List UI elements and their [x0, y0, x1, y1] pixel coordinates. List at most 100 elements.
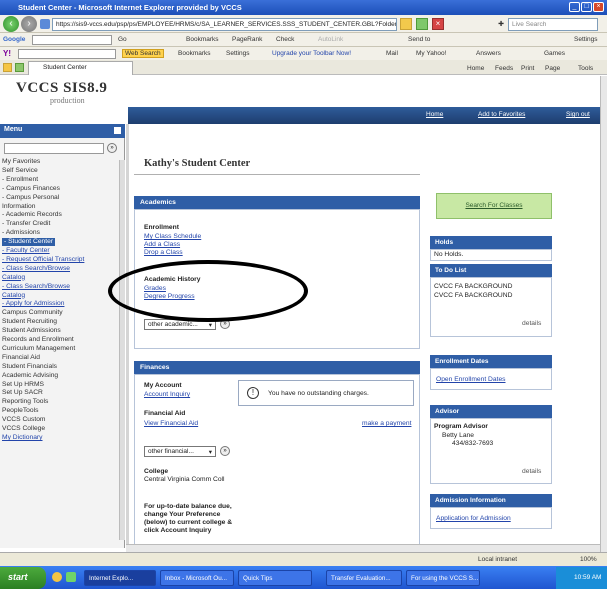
menu-item[interactable]: My Favorites [2, 158, 40, 166]
menu-item[interactable]: PeopleTools [2, 407, 38, 415]
page-scrollbar[interactable] [600, 76, 607, 552]
menu-item[interactable]: Academic Advising [2, 372, 58, 380]
menu-item[interactable]: Records and Enrollment [2, 336, 74, 344]
menu-item[interactable]: - Class Search/Browse [2, 283, 70, 291]
menu-item[interactable]: - Request Official Transcript [2, 256, 84, 264]
google-autolink-button[interactable]: AutoLink [318, 36, 343, 43]
stop-icon[interactable]: × [432, 18, 444, 30]
menu-item[interactable]: - Class Search/Browse [2, 265, 70, 273]
yahoo-search-input[interactable] [18, 49, 116, 59]
address-input[interactable]: https://sis9-vccs.edu/psp/ps/EMPLOYEE/HR… [52, 18, 397, 31]
add-favorite-icon[interactable] [15, 63, 24, 72]
google-settings-button[interactable]: Settings [574, 36, 598, 43]
yahoo-my-yahoo-button[interactable]: My Yahoo! [416, 50, 446, 57]
sign-out-link[interactable]: Sign out [566, 111, 590, 118]
home-link[interactable]: Home [426, 111, 443, 118]
make-payment-link[interactable]: make a payment [362, 420, 411, 427]
menu-item[interactable]: - Academic Records [2, 211, 62, 219]
back-icon[interactable]: ‹ [3, 16, 19, 32]
menu-item[interactable]: Catalog [2, 292, 25, 300]
yahoo-web-search-button[interactable]: Web Search [122, 49, 164, 58]
close-icon[interactable]: × [593, 2, 604, 12]
menu-search-input[interactable] [4, 143, 104, 154]
menu-item[interactable]: - Faculty Center [2, 247, 50, 255]
menu-item[interactable]: - Campus Personal [2, 194, 59, 202]
search-input[interactable]: Live Search [508, 18, 598, 31]
menu-item[interactable]: Financial Aid [2, 354, 40, 362]
task-outlook-inbox[interactable]: Inbox - Microsoft Ou... [160, 570, 234, 586]
minimize-icon[interactable]: _ [569, 2, 580, 12]
start-button[interactable]: start [0, 567, 46, 589]
google-search-input[interactable] [32, 35, 112, 45]
menu-item[interactable]: Set Up HRMS [2, 381, 44, 389]
menu-item[interactable]: - Admissions [2, 229, 40, 237]
account-inquiry-link[interactable]: Account Inquiry [144, 391, 190, 398]
task-transfer-evaluation[interactable]: Transfer Evaluation... [326, 570, 402, 586]
maximize-icon[interactable]: □ [581, 2, 592, 12]
menu-search-go-icon[interactable]: » [107, 143, 117, 153]
pane-divider[interactable] [126, 124, 129, 552]
google-bookmarks-button[interactable]: Bookmarks [186, 36, 219, 43]
todo-details-link[interactable]: details [522, 320, 541, 327]
menu-item[interactable]: Information [2, 203, 35, 211]
yahoo-games-button[interactable]: Games [544, 50, 565, 57]
zoom-level[interactable]: 100% [580, 556, 597, 563]
my-class-schedule-link[interactable]: My Class Schedule [144, 233, 201, 240]
menu-item[interactable]: Self Service [2, 167, 38, 175]
finances-select[interactable]: other financial... ▾ [144, 446, 216, 457]
menu-item[interactable]: Student Financials [2, 363, 57, 371]
menu-item[interactable]: Campus Community [2, 309, 63, 317]
page-menu-button[interactable]: Page [545, 65, 560, 72]
todo-item[interactable]: CVCC FA BACKGROUND [434, 283, 512, 290]
add-to-favorites-link[interactable]: Add to Favorites [478, 111, 525, 118]
finances-go-icon[interactable]: » [220, 446, 230, 456]
menu-item[interactable]: - Transfer Credit [2, 220, 50, 228]
yahoo-answers-button[interactable]: Answers [476, 50, 501, 57]
application-for-admission-link[interactable]: Application for Admission [436, 515, 511, 522]
tab-student-center[interactable]: Student Center [28, 61, 133, 75]
menu-item[interactable]: Catalog [2, 274, 25, 282]
menu-item[interactable]: Set Up SACR [2, 389, 43, 397]
menu-item[interactable]: - Enrollment [2, 176, 38, 184]
quicklaunch-ie-icon[interactable] [52, 572, 62, 582]
forward-icon[interactable]: › [21, 16, 37, 32]
yahoo-upgrade-link[interactable]: Upgrade your Toolbar Now! [272, 50, 351, 57]
menu-item[interactable]: Reporting Tools [2, 398, 48, 406]
feeds-button[interactable]: Feeds [495, 65, 513, 72]
task-internet-explorer[interactable]: Internet Explo... [84, 570, 156, 586]
advisor-details-link[interactable]: details [522, 468, 541, 475]
lock-icon[interactable] [400, 18, 412, 30]
menu-scrollbar[interactable] [119, 160, 125, 540]
yahoo-mail-button[interactable]: Mail [386, 50, 398, 57]
drop-class-link[interactable]: Drop a Class [144, 249, 183, 256]
menu-item[interactable]: Student Admissions [2, 327, 61, 335]
view-financial-aid-link[interactable]: View Financial Aid [144, 420, 198, 427]
google-go-button[interactable]: Go [118, 36, 127, 43]
tools-menu-button[interactable]: Tools [578, 65, 593, 72]
add-class-link[interactable]: Add a Class [144, 241, 180, 248]
menu-item[interactable]: Student Recruiting [2, 318, 57, 326]
menu-item[interactable]: - Campus Finances [2, 185, 60, 193]
menu-item[interactable]: VCCS College [2, 425, 45, 433]
google-check-button[interactable]: Check [276, 36, 294, 43]
search-for-classes-button[interactable]: Search For Classes [436, 193, 552, 219]
yahoo-settings-button[interactable]: Settings [226, 50, 250, 57]
google-sendto-button[interactable]: Send to [408, 36, 430, 43]
quicklaunch-desktop-icon[interactable] [66, 572, 76, 582]
print-button[interactable]: Print [521, 65, 534, 72]
menu-item[interactable]: My Dictionary [2, 434, 43, 442]
todo-item[interactable]: CVCC FA BACKGROUND [434, 292, 512, 299]
task-quick-tips[interactable]: Quick Tips [238, 570, 312, 586]
menu-item[interactable]: VCCS Custom [2, 416, 45, 424]
refresh-icon[interactable] [416, 18, 428, 30]
task-vccs-guide[interactable]: For using the VCCS S... [406, 570, 480, 586]
open-enrollment-dates-link[interactable]: Open Enrollment Dates [436, 376, 506, 383]
horizontal-scrollbar[interactable] [126, 544, 600, 552]
home-button[interactable]: Home [467, 65, 484, 72]
yahoo-bookmarks-button[interactable]: Bookmarks [178, 50, 211, 57]
menu-collapse-icon[interactable] [114, 127, 121, 134]
menu-item[interactable]: Curriculum Management [2, 345, 75, 353]
google-pagerank-button[interactable]: PageRank [232, 36, 262, 43]
menu-item[interactable]: - Student Center [2, 238, 56, 247]
menu-item[interactable]: - Apply for Admission [2, 300, 64, 308]
